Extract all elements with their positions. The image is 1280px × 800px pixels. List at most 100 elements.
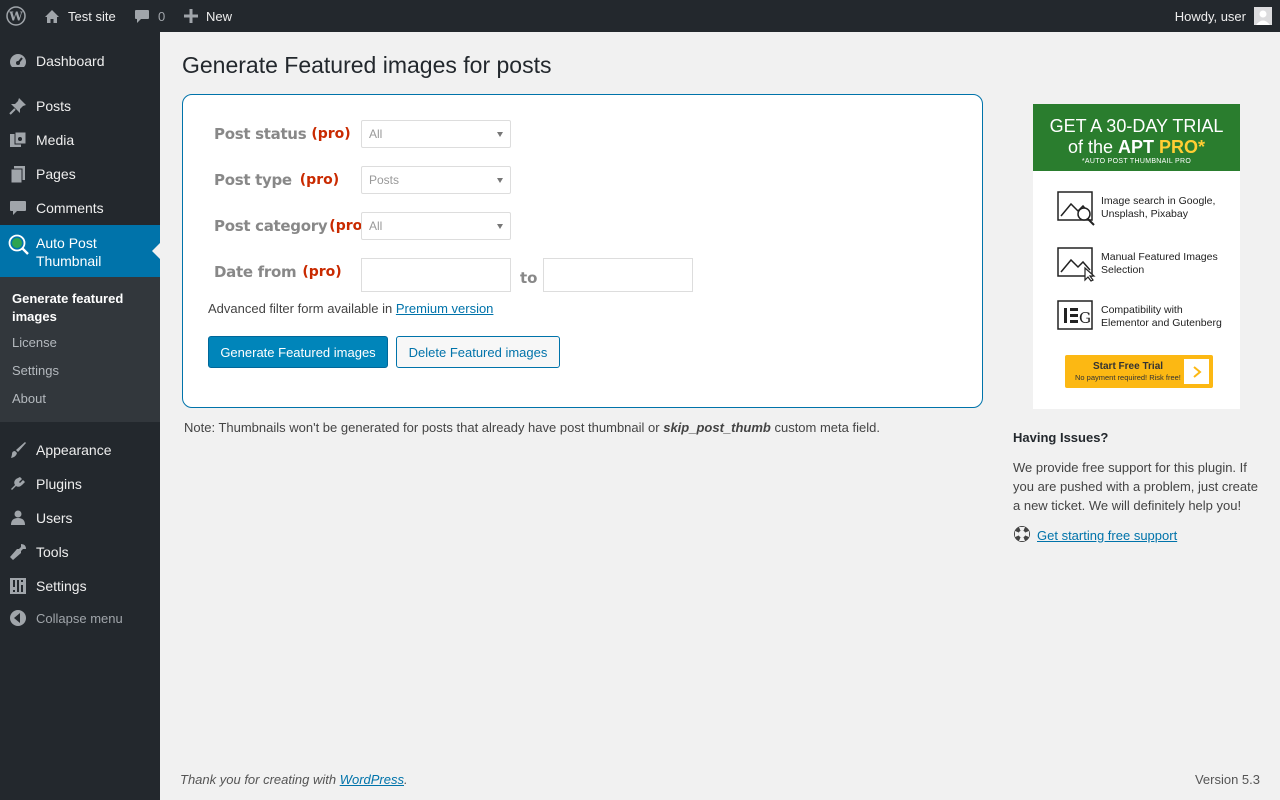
chevron-down-icon [497,178,503,183]
advanced-note-text: Advanced filter form available in [208,301,393,316]
plus-icon [184,9,198,23]
version-text: Version 5.3 [1194,772,1260,787]
delete-featured-images-button[interactable]: Delete Featured images [396,336,560,368]
footer-thanks: Thank you for creating with WordPress. [180,772,408,787]
pro-badge: (pro) [302,264,342,280]
promo-line-1: GET A 30-DAY TRIAL [1049,116,1224,136]
post-category-label: Post category [214,217,328,235]
submenu-about[interactable]: About [12,390,46,408]
plug-icon [0,475,36,493]
pro-badge: (pro) [311,126,351,142]
date-from-input[interactable] [361,258,511,292]
post-status-select[interactable]: All [361,120,511,148]
generate-featured-images-button[interactable]: Generate Featured images [208,336,388,368]
post-type-value: Posts [369,173,400,187]
support-title: Having Issues? [1013,430,1109,445]
feature-text: Compatibility with Elementor and Gutenbe… [1101,304,1222,329]
brush-icon [0,441,36,459]
sidebar-item-appearance[interactable]: Appearance [0,433,160,467]
promo-line-2: of the APT PRO* [1067,137,1206,157]
elementor-gutenberg-icon: G [1057,299,1097,335]
post-category-row: Post category (pro) [214,212,369,240]
support-text: We provide free support for this plugin.… [1013,460,1258,513]
thumbnail-note: Note: Thumbnails won't be generated for … [184,420,880,435]
sidebar-item-settings[interactable]: Settings [0,569,160,603]
post-type-label: Post type [214,171,292,189]
sidebar-item-label: Pages [36,166,76,182]
collapse-menu-button[interactable]: Collapse menu [0,601,160,635]
date-to-input[interactable] [543,258,693,292]
note-suffix: custom meta field. [774,420,880,435]
pin-icon [0,97,36,115]
pro-badge: (pro) [299,172,340,188]
comment-icon [0,199,36,217]
date-from-row: Date from (pro) [214,258,342,286]
lifebuoy-icon [1013,525,1031,546]
dashboard-icon [0,52,36,70]
chevron-down-icon [497,224,503,229]
sidebar-item-label: Posts [36,98,72,114]
home-icon [44,9,60,24]
footer-thanks-suffix: . [404,772,408,787]
active-indicator [152,243,160,259]
plugin-submenu: Generate featured images License Setting… [0,277,160,422]
support-row: Get starting free support [1013,525,1177,546]
svg-text:W: W [8,10,23,24]
post-category-select[interactable]: All [361,212,511,240]
pro-trial-banner[interactable]: GET A 30-DAY TRIAL of the APT PRO* *AUTO… [1033,104,1240,409]
feature-image-search: Image search in Google, Unsplash, Pixaba… [1057,190,1231,226]
site-name: Test site [68,8,116,24]
sidebar-item-label: Tools [36,544,69,560]
sidebar-item-dashboard[interactable]: Dashboard [0,44,160,78]
settings-icon [0,577,36,595]
new-content-link[interactable]: New [184,0,232,32]
new-label: New [206,8,233,24]
note-prefix: Note: Thumbnails won't be generated for … [184,420,660,435]
sidebar-item-label: Users [36,510,73,526]
sidebar-item-label: Auto Post Thumbnail [36,235,102,269]
wordpress-link[interactable]: WordPress [340,772,404,787]
site-name-link[interactable]: Test site [44,0,116,32]
start-free-trial-button[interactable]: Start Free Trial No payment required! Ri… [1065,355,1213,388]
premium-version-link[interactable]: Premium version [396,301,494,316]
promo-line-3: *AUTO POST THUMBNAIL PRO [1081,158,1192,165]
sidebar-item-label: Appearance [36,442,112,458]
feature-text: Manual Featured Images Selection [1101,251,1218,276]
collapse-label: Collapse menu [36,610,123,626]
sidebar-item-media[interactable]: Media [0,123,160,157]
comments-count: 0 [158,8,166,24]
promo-header: GET A 30-DAY TRIAL of the APT PRO* *AUTO… [1033,104,1240,171]
image-select-icon [1057,246,1097,282]
submenu-license[interactable]: License [12,334,57,352]
sidebar-item-pages[interactable]: Pages [0,157,160,191]
note-field: skip_post_thumb [663,420,771,435]
submenu-settings[interactable]: Settings [12,362,59,380]
chevron-right-icon [1184,359,1209,384]
feature-text: Image search in Google, Unsplash, Pixaba… [1101,195,1216,220]
post-status-label: Post status [214,125,307,143]
post-type-select[interactable]: Posts [361,166,511,194]
chevron-down-icon [497,132,503,137]
advanced-filter-note: Advanced filter form available in Premiu… [208,301,493,316]
sidebar-item-auto-post-thumbnail[interactable]: Auto Post Thumbnail [0,225,160,277]
apt-icon [8,234,30,259]
sidebar-item-comments[interactable]: Comments [0,191,160,225]
sidebar-item-users[interactable]: Users [0,501,160,535]
sidebar-item-label: Plugins [36,476,82,492]
submenu-generate-featured-images[interactable]: Generate featured images [12,290,142,326]
sidebar-item-tools[interactable]: Tools [0,535,160,569]
comments-link[interactable]: 0 [134,0,165,32]
sidebar-item-label: Comments [36,200,104,216]
cta-sub: No payment required! Risk free! [1075,373,1181,382]
wordpress-logo-icon[interactable]: W [0,0,32,32]
sidebar-item-posts[interactable]: Posts [0,89,160,123]
free-support-link[interactable]: Get starting free support [1037,528,1177,543]
sidebar-item-plugins[interactable]: Plugins [0,467,160,501]
footer-thanks-prefix: Thank you for creating with [180,772,337,787]
admin-bar: W Test site 0 New Howdy, user [0,0,1280,32]
account-menu[interactable]: Howdy, user [1175,0,1280,32]
svg-text:G: G [1079,309,1091,327]
wrench-icon [0,543,36,561]
collapse-arrow-icon [0,609,36,627]
page-title: Generate Featured images for posts [182,52,552,78]
